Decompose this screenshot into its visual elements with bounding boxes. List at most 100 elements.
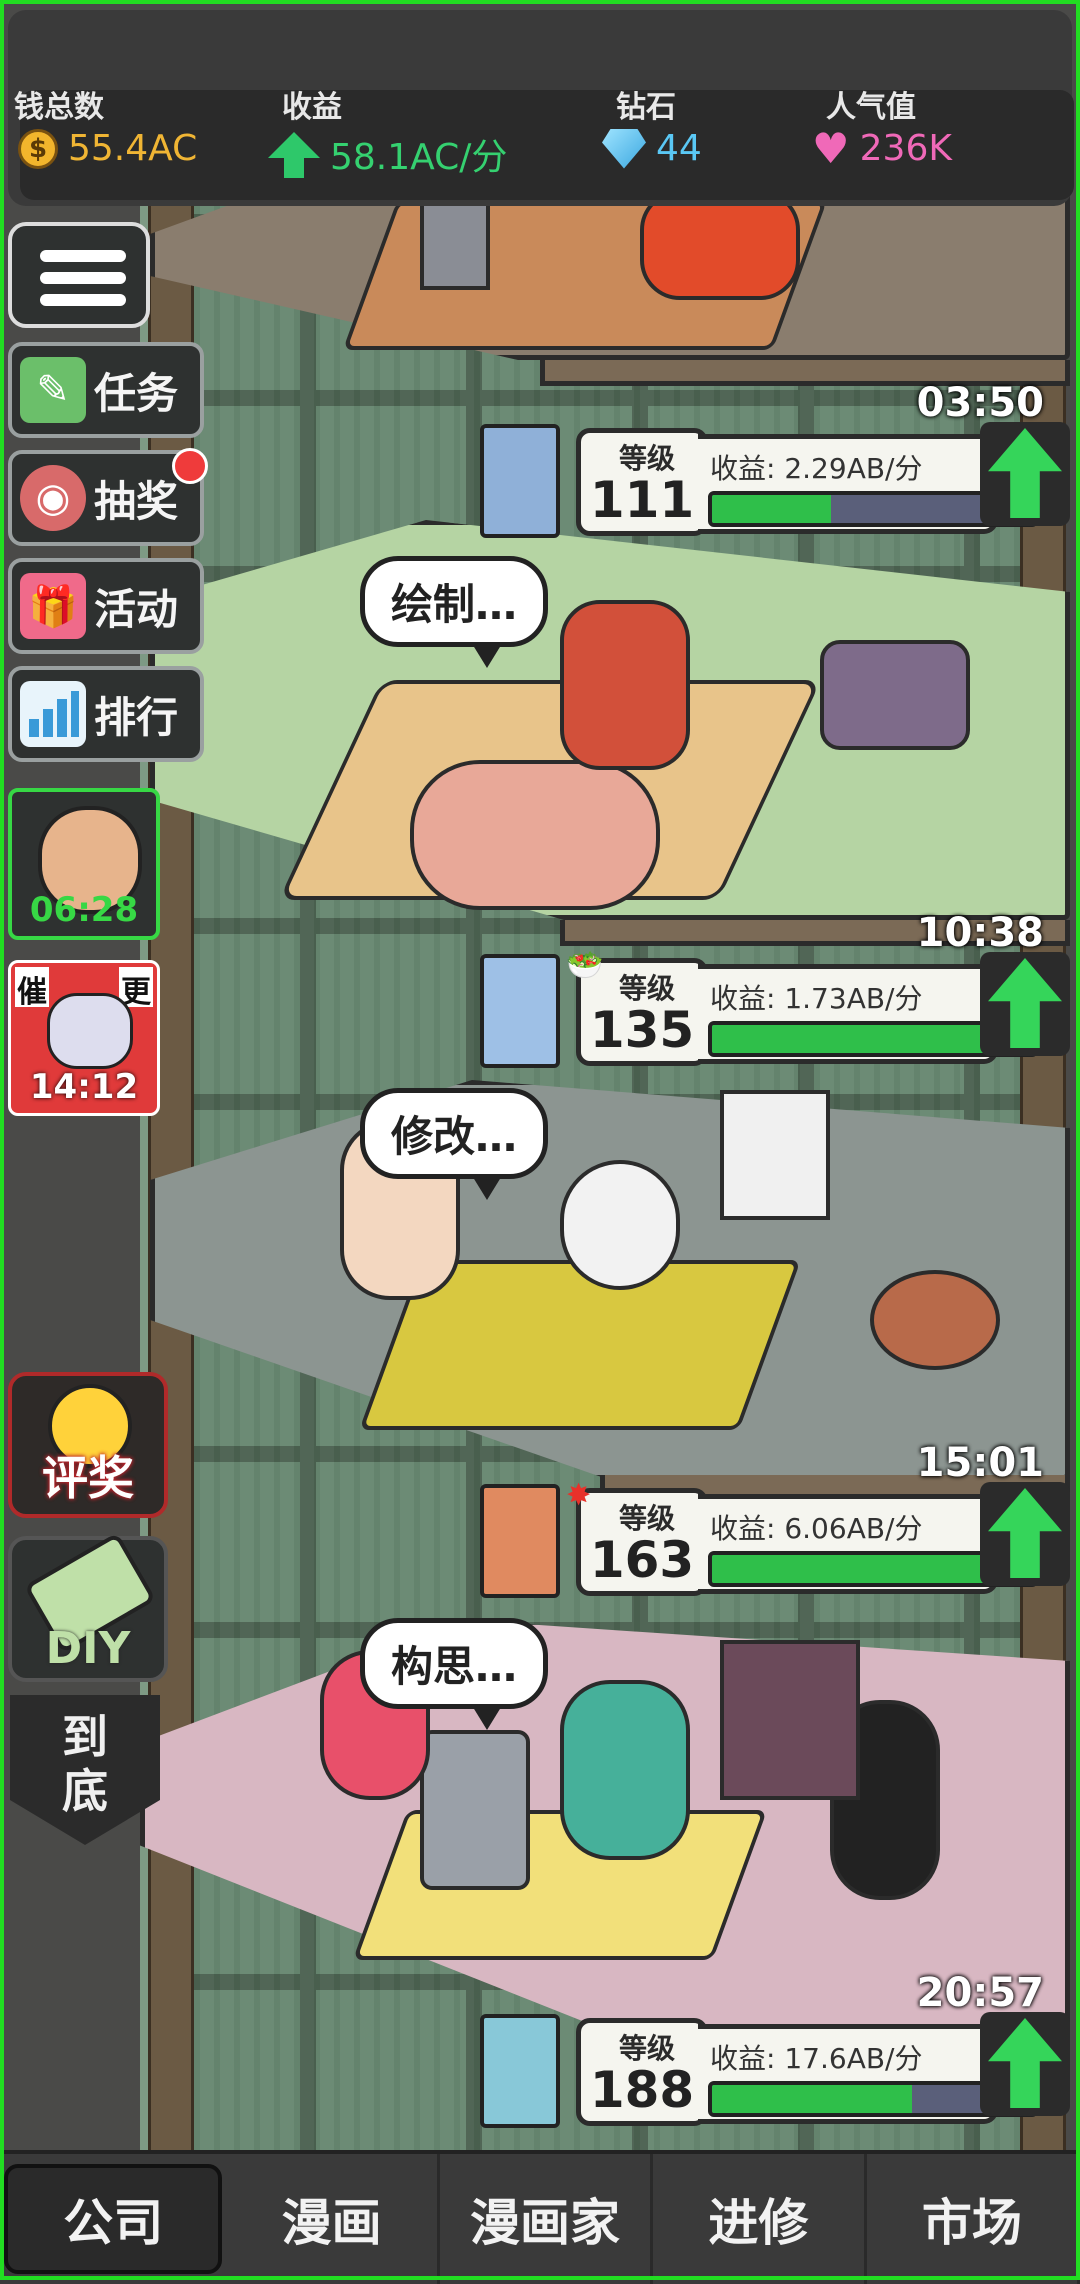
income-text: 收益: 17.6AB/分 [710,2037,923,2077]
upgrade-arrow-icon [988,958,1062,1048]
notification-dot [172,448,208,484]
floor-3-bear-artist [560,1160,680,1290]
sidebar-item-label: 排行 [94,692,179,742]
floor-1-level-panel: 等级 111 收益: 2.29AB/分 [576,422,1074,536]
floor-2-artist-portrait[interactable] [480,954,560,1068]
sidebar-item-tasks[interactable]: ✎ 任务 [8,342,204,438]
floor-3-sign [720,1090,830,1220]
money-value: 55.4AC [68,128,198,169]
income-box: 收益: 2.29AB/分 [698,434,1038,534]
bar-chart-icon [20,681,86,747]
progress-fill [712,2085,912,2113]
floor-3-timer: 15:01 [916,1440,1044,1486]
character-timer-card[interactable]: 06:28 [8,788,160,940]
menu-button[interactable] [8,222,150,328]
level-number: 111 [589,471,695,529]
popularity-stat[interactable]: ♥ 236K [812,127,952,169]
upgrade-button[interactable] [980,422,1070,526]
clipboard-icon: ✎ [20,357,86,423]
floor-2-artist [560,600,690,770]
floor-1-character [640,190,800,300]
income-value: 1.73AB/分 [784,982,923,1015]
upgrade-button[interactable] [980,2012,1070,2116]
income-box: 收益: 1.73AB/分 [698,964,1038,1064]
floor-2-pig [410,760,660,910]
money-stat[interactable]: $ 55.4AC [18,128,197,169]
floor-4-monitor [420,1730,530,1890]
income-label: 收益: [710,1512,776,1545]
income-text: 收益: 6.06AB/分 [710,1507,923,1547]
diamond-icon [602,128,646,169]
level-number: 135 [589,1001,695,1059]
floor-2-level-panel: 等级 135 收益: 1.73AB/分 [576,952,1074,1066]
upgrade-button[interactable] [980,1482,1070,1586]
award-label: 评奖 [42,1451,134,1505]
upgrade-button[interactable] [980,952,1070,1056]
character-timer: 06:28 [29,890,139,930]
income-value: 6.06AB/分 [784,1512,923,1545]
urge-timer: 14:12 [29,1067,139,1107]
upgrade-arrow-icon [988,428,1062,518]
upgrade-arrow-icon [988,1488,1062,1578]
sidebar-item-events[interactable]: 🎁 活动 [8,558,204,654]
menu-list-icon [40,272,126,284]
floor-2-speech-bubble: 绘制… [360,556,549,668]
urge-update-card[interactable]: 催 更 14:12 [8,960,160,1116]
income-stat[interactable]: 58.1AC/分 [268,128,507,180]
to-bottom-label-2: 底 [62,1764,108,1818]
progress-fill [712,495,832,523]
level-number: 188 [589,2061,695,2119]
floor-3-level-panel: 等级 163 收益: 6.06AB/分 [576,1482,1074,1596]
floor-1-timer: 03:50 [916,380,1044,426]
progress-fill [712,1555,1012,1583]
sidebar-item-label: 任务 [94,368,179,418]
menu-list-icon [40,294,126,306]
floor-4-desk [352,1810,768,1960]
diamond-stat[interactable]: 44 [602,128,702,169]
tab-training[interactable]: 进修 [653,2154,867,2284]
scroll-to-bottom-button[interactable]: 到 底 [10,1695,160,1845]
level-box: 等级 188 [576,2018,708,2126]
award-button[interactable]: 评奖 [8,1372,168,1518]
diamond-value: 44 [656,128,702,169]
floor-4-timer: 20:57 [916,1970,1044,2016]
floor-2-ramen [820,640,970,750]
popularity-value: 236K [859,128,952,169]
coin-icon: $ [18,128,58,169]
popularity-label: 人气值 [826,90,916,125]
bottom-nav: 公司 漫画 漫画家 进修 市场 [0,2150,1080,2284]
tab-comics[interactable]: 漫画 [226,2154,440,2284]
lottery-icon: ◉ [20,465,86,531]
floor-4-artist [560,1680,690,1860]
floor-3-artist-portrait[interactable] [480,1484,560,1598]
income-box: 收益: 6.06AB/分 [698,1494,1038,1594]
menu-list-icon [40,250,126,262]
income-box: 收益: 17.6AB/分 [698,2024,1038,2124]
income-value: 58.1AC/分 [330,137,508,178]
floor-4-artist-portrait[interactable] [480,2014,560,2128]
urge-update-icon [47,993,133,1069]
floor-4-level-panel: 等级 188 收益: 17.6AB/分 [576,2012,1074,2126]
income-label: 收益 [282,90,342,125]
tab-market[interactable]: 市场 [867,2154,1080,2284]
urge-tag-left: 催 [15,967,49,1010]
sidebar-item-label: 活动 [94,584,179,634]
gift-icon: 🎁 [20,573,86,639]
income-text: 收益: 1.73AB/分 [710,977,923,1017]
floor-3-drum [870,1270,1000,1370]
floor-4-speech-bubble: 构思… [360,1618,549,1730]
floor-4-shelf [720,1640,860,1800]
salad-badge-icon: 🥗 [566,948,604,983]
floor-2-timer: 10:38 [916,910,1044,956]
tab-artists[interactable]: 漫画家 [440,2154,654,2284]
income-label: 收益: [710,452,776,485]
tab-company[interactable]: 公司 [4,2164,223,2274]
level-box: 等级 111 [576,428,708,536]
income-up-arrow-icon [268,132,320,178]
diamond-label: 钻石 [616,90,676,125]
floor-3-speech-bubble: 修改… [360,1088,549,1200]
sidebar-item-ranking[interactable]: 排行 [8,666,204,762]
diy-button[interactable]: DIY [8,1532,168,1682]
floor-1-artist-portrait[interactable] [480,424,560,538]
sidebar-item-label: 抽奖 [94,476,179,526]
